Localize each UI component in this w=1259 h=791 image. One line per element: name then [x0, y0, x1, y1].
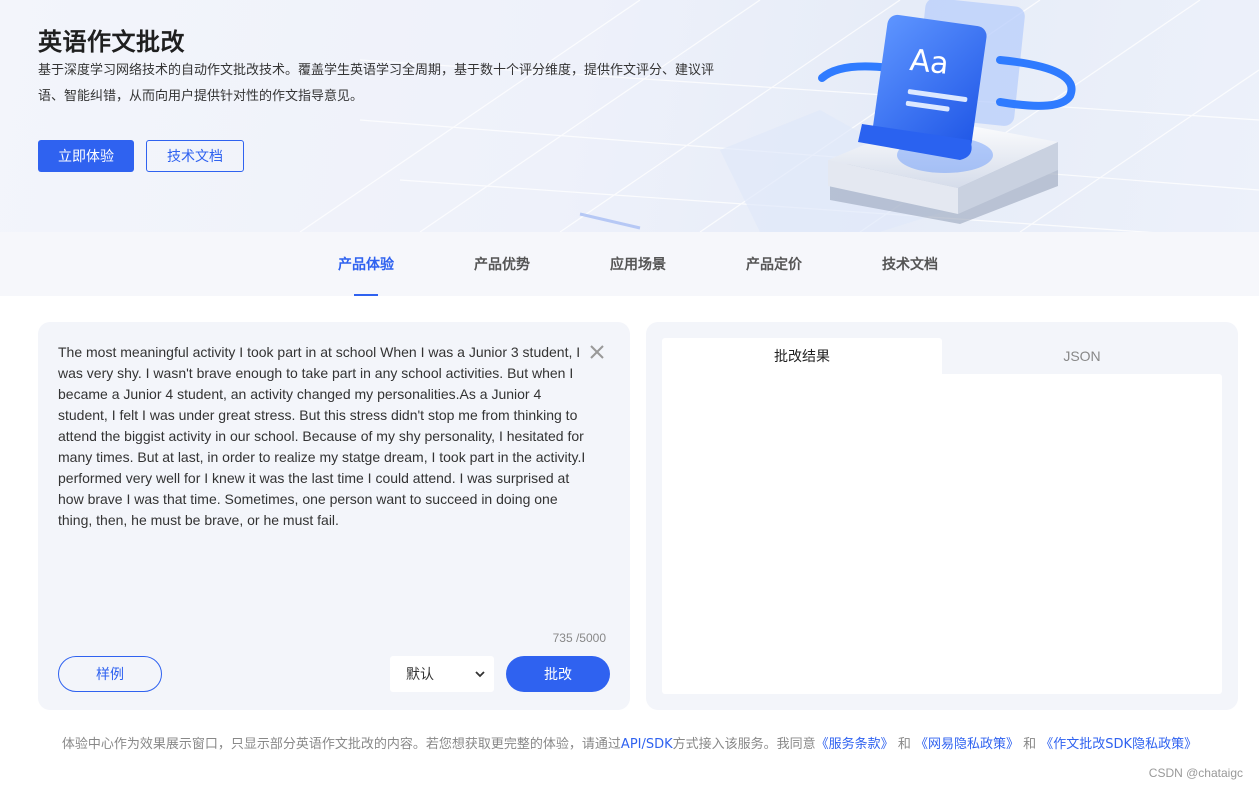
disclaimer-text-middle: 方式接入该服务。我同意	[672, 737, 816, 752]
disclaimer-text: 体验中心作为效果展示窗口，只显示部分英语作文批改的内容。若您想获取更完整的体验，…	[61, 737, 621, 752]
tab-correction-result[interactable]: 批改结果	[662, 338, 942, 374]
page-title: 英语作文批改	[38, 28, 185, 56]
conjunction-and: 和	[1023, 737, 1037, 752]
tech-docs-button[interactable]: 技术文档	[146, 140, 244, 172]
tab-label: 应用场景	[610, 257, 666, 273]
hero-banner: 英语作文批改 基于深度学习网络技术的自动作文批改技术。覆盖学生英语学习全周期，基…	[0, 0, 1259, 232]
clear-text-close-icon[interactable]	[588, 343, 606, 361]
tab-application-scenarios[interactable]: 应用场景	[593, 232, 683, 296]
tab-label: 产品优势	[474, 257, 530, 273]
sdk-privacy-link[interactable]: 《作文批改SDK隐私政策》	[1040, 737, 1197, 752]
tab-label: 技术文档	[882, 257, 938, 273]
active-tab-indicator	[354, 294, 378, 296]
tab-product-experience[interactable]: 产品体验	[321, 232, 411, 296]
tab-json[interactable]: JSON	[942, 338, 1222, 374]
sample-button[interactable]: 样例	[58, 656, 162, 692]
watermark: CSDN @chataigc	[1148, 766, 1243, 780]
terms-of-service-link[interactable]: 《服务条款》	[816, 737, 894, 752]
result-content-area	[662, 374, 1222, 694]
disclaimer-note: 体验中心作为效果展示窗口，只显示部分英语作文批改的内容。若您想获取更完整的体验，…	[0, 733, 1259, 752]
conjunction-and: 和	[897, 737, 911, 752]
tab-label: 产品定价	[746, 257, 802, 273]
tab-label: 产品体验	[338, 257, 394, 273]
tab-tech-docs[interactable]: 技术文档	[865, 232, 955, 296]
essay-input-panel: The most meaningful activity I took part…	[38, 322, 630, 710]
essay-textarea[interactable]: The most meaningful activity I took part…	[58, 342, 588, 531]
hero-description: 基于深度学习网络技术的自动作文批改技术。覆盖学生英语学习全周期，基于数十个评分维…	[38, 63, 715, 104]
api-sdk-link[interactable]: API/SDK	[621, 737, 673, 752]
mode-select[interactable]: 默认	[390, 656, 494, 692]
submit-correction-button[interactable]: 批改	[506, 656, 610, 692]
tab-label: 批改结果	[774, 349, 830, 365]
chevron-down-icon	[475, 671, 485, 678]
svg-text:Aa: Aa	[908, 43, 950, 82]
mode-select-value: 默认	[406, 667, 434, 683]
tab-product-advantages[interactable]: 产品优势	[457, 232, 547, 296]
product-nav-tabs: 产品体验 产品优势 应用场景 产品定价 技术文档	[0, 232, 1259, 296]
character-count: 735 /5000	[552, 631, 606, 645]
document-illustration-icon: Aa	[818, 0, 1076, 224]
tab-product-pricing[interactable]: 产品定价	[729, 232, 819, 296]
try-now-button[interactable]: 立即体验	[38, 140, 134, 172]
tab-label: JSON	[1063, 348, 1101, 364]
netease-privacy-link[interactable]: 《网易隐私政策》	[915, 737, 1019, 752]
result-panel: 批改结果 JSON	[646, 322, 1238, 710]
